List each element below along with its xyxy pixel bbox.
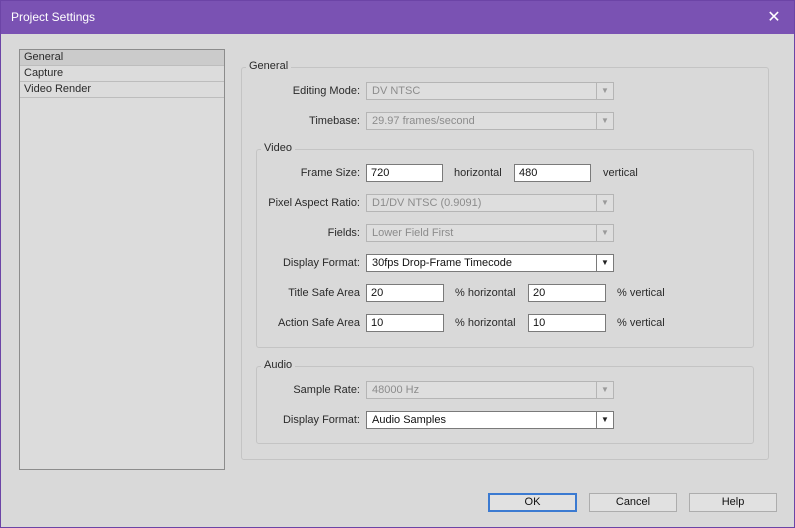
audio-display-format-value: Audio Samples [372,414,446,426]
chevron-down-icon: ▼ [596,255,613,271]
pixel-aspect-label: Pixel Aspect Ratio: [268,197,360,209]
help-button[interactable]: Help [689,493,777,512]
sample-rate-dropdown[interactable]: 48000 Hz ▼ [366,381,614,399]
frame-height-input[interactable] [514,164,591,182]
frame-vertical-label: vertical [603,167,638,179]
title-safe-vertical-input[interactable] [528,284,606,302]
sample-rate-value: 48000 Hz [372,384,420,396]
sidebar-item-video-render[interactable]: Video Render [20,82,224,98]
action-safe-vertical-input[interactable] [528,314,606,332]
action-safe-horizontal-label: % horizontal [455,317,516,329]
timebase-label: Timebase: [309,115,360,127]
video-display-format-label: Display Format: [282,257,360,269]
audio-group [256,366,754,444]
video-heading: Video [261,142,295,154]
general-heading: General [246,60,292,72]
audio-display-format-label: Display Format: [282,414,360,426]
title-safe-label: Title Safe Area [288,287,360,299]
fields-value: Lower Field First [372,227,454,239]
audio-heading: Audio [261,359,296,371]
title-safe-horizontal-input[interactable] [366,284,444,302]
sidebar-item-general[interactable]: General [20,50,224,66]
editing-mode-value: DV NTSC [372,85,421,97]
chevron-down-icon: ▼ [596,113,613,129]
frame-horizontal-label: horizontal [454,167,502,179]
editing-mode-dropdown[interactable]: DV NTSC ▼ [366,82,614,100]
title-safe-vertical-label: % vertical [617,287,665,299]
ok-button[interactable]: OK [488,493,577,512]
timebase-value: 29.97 frames/second [372,115,475,127]
timebase-dropdown[interactable]: 29.97 frames/second ▼ [366,112,614,130]
pixel-aspect-dropdown[interactable]: D1/DV NTSC (0.9091) ▼ [366,194,614,212]
chevron-down-icon: ▼ [596,83,613,99]
sidebar-item-capture[interactable]: Capture [20,66,224,82]
chevron-down-icon: ▼ [596,225,613,241]
project-settings-dialog: Project Settings ✕ General Capture Video… [0,0,795,528]
video-display-format-dropdown[interactable]: 30fps Drop-Frame Timecode ▼ [366,254,614,272]
sample-rate-label: Sample Rate: [293,384,360,396]
cancel-button[interactable]: Cancel [589,493,677,512]
action-safe-horizontal-input[interactable] [366,314,444,332]
chevron-down-icon: ▼ [596,195,613,211]
chevron-down-icon: ▼ [596,412,613,428]
action-safe-vertical-label: % vertical [617,317,665,329]
frame-size-label: Frame Size: [300,167,360,179]
title-safe-horizontal-label: % horizontal [455,287,516,299]
editing-mode-label: Editing Mode: [292,85,360,97]
settings-category-list: General Capture Video Render [19,49,225,470]
pixel-aspect-value: D1/DV NTSC (0.9091) [372,197,482,209]
fields-label: Fields: [327,227,360,239]
audio-display-format-dropdown[interactable]: Audio Samples ▼ [366,411,614,429]
frame-width-input[interactable] [366,164,443,182]
fields-dropdown[interactable]: Lower Field First ▼ [366,224,614,242]
close-icon[interactable]: ✕ [754,1,794,34]
action-safe-label: Action Safe Area [278,317,360,329]
chevron-down-icon: ▼ [596,382,613,398]
video-display-format-value: 30fps Drop-Frame Timecode [372,257,512,269]
title-bar: Project Settings ✕ [1,1,794,34]
window-title: Project Settings [11,10,96,24]
